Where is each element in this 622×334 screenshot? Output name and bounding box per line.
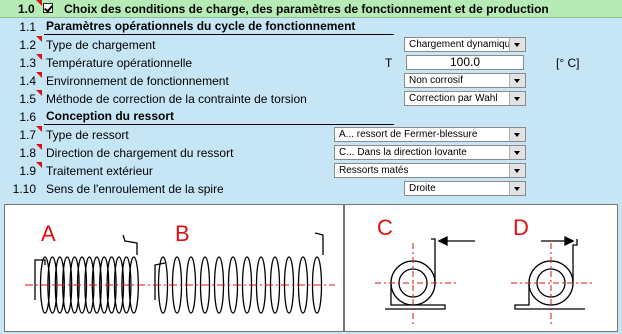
surface-treatment-select[interactable]: Ressorts matés — [334, 163, 526, 178]
select-value: Droite — [409, 183, 436, 194]
select-value: C... Dans la direction lovante — [339, 147, 467, 158]
comment-marker — [36, 72, 42, 78]
comment-marker — [36, 36, 42, 42]
comment-marker — [36, 162, 42, 168]
figure-letter: C — [377, 215, 393, 240]
subsection-title: Conception du ressort — [46, 109, 175, 123]
section-title: Choix des conditions de charge, des para… — [64, 2, 549, 16]
spring-type-select[interactable]: A... ressort de Fermer-blessure — [334, 127, 526, 142]
row-number: 1.8 — [19, 146, 36, 160]
row-number: 1.6 — [19, 110, 36, 124]
field-label: Méthode de correction de la contrainte d… — [46, 92, 307, 106]
section-number: 1.0 — [18, 2, 35, 16]
divider — [44, 124, 394, 125]
dropdown-arrow-icon[interactable] — [509, 92, 525, 105]
comment-marker — [36, 0, 42, 6]
subsection-title: Paramètres opérationnels du cycle de fon… — [46, 19, 356, 33]
section-checkbox[interactable] — [43, 3, 53, 13]
select-value: A... ressort de Fermer-blessure — [339, 129, 478, 140]
dropdown-arrow-icon[interactable] — [509, 182, 525, 195]
row-number: 1.3 — [19, 56, 36, 70]
uncoiling-direction-spring-icon — [514, 235, 585, 310]
dropdown-arrow-icon[interactable] — [509, 74, 525, 87]
section-header: 1.0 Choix des conditions de charge, des … — [0, 0, 622, 18]
row-number: 1.7 — [19, 128, 36, 142]
symbol-label: T — [385, 56, 393, 70]
row-number: 1.9 — [19, 164, 36, 178]
row-number: 1.5 — [19, 92, 36, 106]
field-label: Environnement de fonctionnement — [46, 74, 229, 88]
row-number: 1.4 — [19, 74, 36, 88]
field-label: Sens de l'enroulement de la spire — [46, 182, 224, 196]
field-label: Traitement extérieur — [46, 164, 153, 178]
unit-label: [° C] — [556, 56, 580, 70]
temperature-input[interactable]: 100.0 — [406, 55, 524, 70]
row-number: 1.10 — [12, 182, 36, 196]
dropdown-arrow-icon[interactable] — [509, 38, 525, 51]
stress-correction-select[interactable]: Correction par Wahl — [404, 91, 526, 106]
comment-marker — [36, 90, 42, 96]
load-direction-select[interactable]: C... Dans la direction lovante — [334, 145, 526, 160]
comment-marker — [36, 54, 42, 60]
figure-letter: D — [513, 215, 529, 240]
winding-direction-select[interactable]: Droite — [404, 181, 526, 196]
row-number: 1.1 — [19, 20, 36, 34]
field-label: Type de ressort — [46, 128, 129, 142]
field-label: Type de chargement — [46, 38, 156, 52]
dropdown-arrow-icon[interactable] — [509, 128, 525, 141]
divider — [44, 34, 394, 35]
dropdown-arrow-icon[interactable] — [509, 164, 525, 177]
figure-letter: A — [41, 221, 56, 246]
field-label: Température opérationnelle — [46, 56, 193, 70]
field-label: Direction de chargement du ressort — [46, 146, 234, 160]
loading-type-select[interactable]: Chargement dynamique — [404, 37, 526, 52]
spring-drawing-ab: A B — [25, 221, 335, 314]
close-wound-spring-icon — [34, 234, 139, 314]
coiling-direction-spring-icon — [385, 235, 475, 310]
spring-type-illustration: A B — [4, 204, 344, 332]
dropdown-arrow-icon[interactable] — [509, 146, 525, 159]
select-value: Correction par Wahl — [409, 93, 498, 104]
figure-letter: B — [175, 221, 190, 246]
row-number: 1.2 — [19, 38, 36, 52]
centerlines — [375, 243, 595, 327]
comment-marker — [36, 144, 42, 150]
select-value: Ressorts matés — [339, 165, 409, 176]
spring-drawing-cd: C D — [375, 215, 595, 327]
environment-select[interactable]: Non corrosif — [404, 73, 526, 88]
select-value: Non corrosif — [409, 75, 463, 86]
comment-marker — [36, 126, 42, 132]
load-direction-illustration: C D — [344, 204, 618, 332]
select-value: Chargement dynamique — [409, 39, 516, 50]
